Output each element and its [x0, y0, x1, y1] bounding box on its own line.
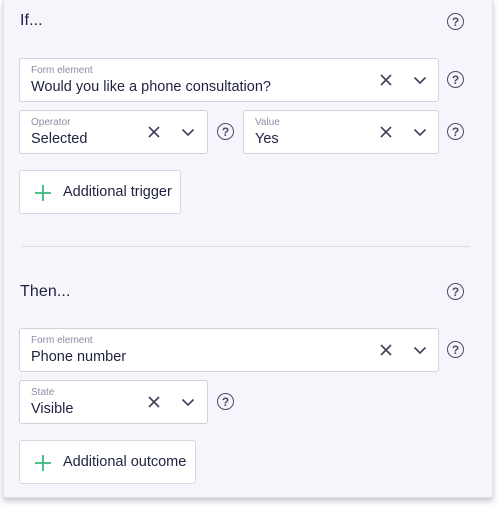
help-icon[interactable]: ?	[447, 123, 464, 140]
help-icon[interactable]: ?	[447, 13, 464, 30]
close-icon[interactable]	[379, 73, 393, 87]
if-section-title: If...	[20, 12, 43, 29]
chevron-down-icon[interactable]	[413, 125, 427, 139]
chevron-down-icon[interactable]	[181, 125, 195, 139]
field-label: State	[31, 387, 55, 398]
help-icon[interactable]: ?	[217, 393, 234, 410]
button-label: Additional trigger	[63, 184, 172, 200]
value-select[interactable]: Value Yes	[243, 110, 439, 154]
chevron-down-icon[interactable]	[413, 343, 427, 357]
close-icon[interactable]	[147, 395, 161, 409]
section-divider	[22, 246, 470, 247]
field-value: Would you like a phone consultation?	[31, 79, 271, 95]
if-form-element-select[interactable]: Form element Would you like a phone cons…	[19, 58, 439, 102]
field-value: Visible	[31, 401, 74, 417]
close-icon[interactable]	[379, 125, 393, 139]
then-form-element-select[interactable]: Form element Phone number	[19, 328, 439, 372]
state-select[interactable]: State Visible	[19, 380, 208, 424]
field-label: Value	[255, 117, 280, 128]
button-label: Additional outcome	[63, 454, 187, 470]
help-icon[interactable]: ?	[447, 341, 464, 358]
close-icon[interactable]	[379, 343, 393, 357]
field-label: Form element	[31, 335, 93, 346]
field-label: Form element	[31, 65, 93, 76]
then-section-title: Then...	[20, 283, 71, 300]
help-icon[interactable]: ?	[447, 283, 464, 300]
chevron-down-icon[interactable]	[413, 73, 427, 87]
help-icon[interactable]: ?	[447, 71, 464, 88]
field-value: Selected	[31, 131, 88, 147]
help-icon[interactable]: ?	[217, 123, 234, 140]
operator-select[interactable]: Operator Selected	[19, 110, 208, 154]
field-value: Phone number	[31, 349, 127, 365]
field-label: Operator	[31, 117, 71, 128]
plus-icon	[35, 455, 51, 471]
additional-outcome-button[interactable]: Additional outcome	[19, 440, 196, 484]
field-value: Yes	[255, 131, 279, 147]
chevron-down-icon[interactable]	[181, 395, 195, 409]
additional-trigger-button[interactable]: Additional trigger	[19, 170, 181, 214]
plus-icon	[35, 185, 51, 201]
close-icon[interactable]	[147, 125, 161, 139]
condition-panel: If... ? Form element Would you like a ph…	[3, 0, 493, 498]
